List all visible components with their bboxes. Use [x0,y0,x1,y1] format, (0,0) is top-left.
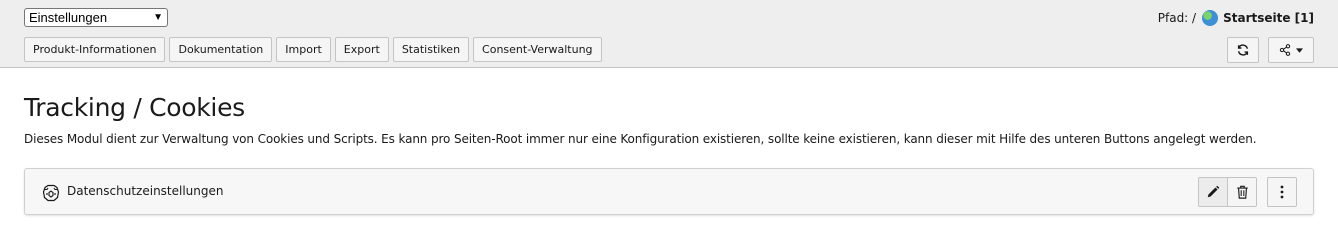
dokumentation-button[interactable]: Dokumentation [169,37,273,62]
chevron-down-icon: ▼ [153,12,163,23]
card-title[interactable]: Datenschutzeinstellungen [67,184,224,198]
main-content: Tracking / Cookies Dieses Modul dient zu… [24,92,1314,146]
cookie-icon [42,184,60,202]
page-heading: Tracking / Cookies [24,93,245,122]
header-actions [1227,37,1314,63]
more-options-button[interactable] [1267,177,1297,207]
ellipsis-vertical-icon [1280,185,1284,199]
statistiken-button[interactable]: Statistiken [392,37,470,62]
module-button-bar: Produkt-Informationen Dokumentation Impo… [24,37,602,62]
module-description: Dieses Modul dient zur Verwaltung von Co… [24,132,1257,146]
refresh-icon [1237,44,1249,56]
page-title-link[interactable]: Startseite [1] [1223,11,1314,25]
doc-header: Einstellungen ▼ Pfad: / Startseite [1] P… [0,0,1338,68]
module-select[interactable]: Einstellungen ▼ [24,8,168,27]
export-button[interactable]: Export [334,37,389,62]
settings-card: Datenschutzeinstellungen [24,168,1314,215]
share-button[interactable] [1268,37,1314,63]
breadcrumb: Pfad: / Startseite [1] [1158,9,1314,27]
refresh-button[interactable] [1227,37,1259,63]
globe-icon [1202,10,1219,26]
share-icon [1279,44,1291,56]
caret-down-icon [1296,47,1303,53]
trash-icon [1236,185,1248,199]
card-actions [1198,177,1297,207]
pencil-icon [1207,185,1220,198]
delete-button[interactable] [1227,177,1257,207]
module-select-value: Einstellungen [29,10,108,25]
path-label: Pfad: / [1157,11,1197,25]
consent-verwaltung-button[interactable]: Consent-Verwaltung [473,37,602,62]
edit-button[interactable] [1198,177,1228,207]
produkt-informationen-button[interactable]: Produkt-Informationen [24,37,166,62]
import-button[interactable]: Import [276,37,331,62]
